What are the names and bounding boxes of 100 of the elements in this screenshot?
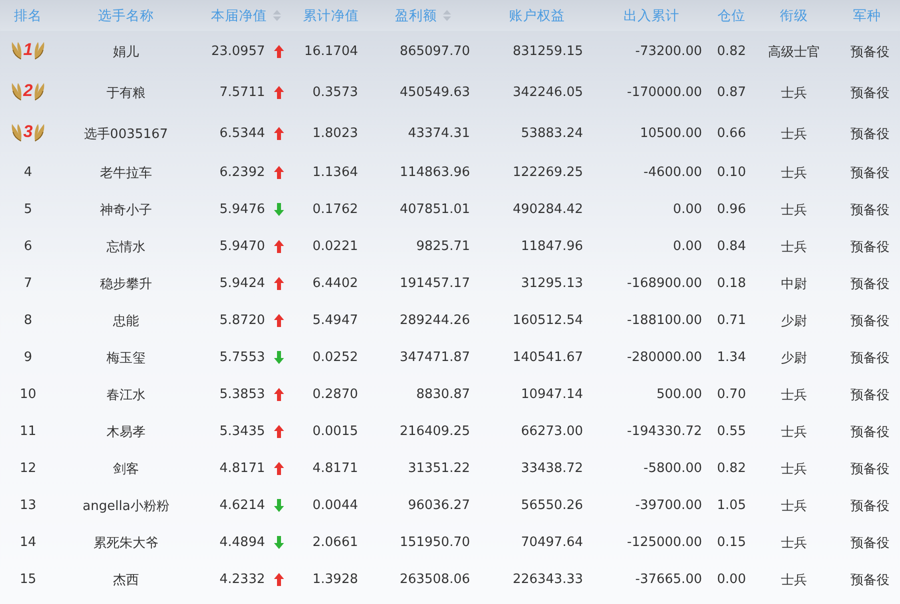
player-name[interactable]: 娟儿	[56, 31, 196, 72]
table-cell-text: 4	[22, 164, 34, 182]
table-cell-text: 预备役	[850, 312, 890, 330]
table-cell-text: 0.00	[672, 238, 703, 256]
net-value: 4.4894	[220, 535, 265, 550]
table-cell-text: 预备役	[850, 126, 890, 144]
net-value: 7.5711	[220, 85, 265, 100]
table-cell-text: 预备役	[850, 386, 890, 404]
net-value: 6.2392	[220, 165, 265, 180]
sort-icon[interactable]	[443, 10, 451, 21]
player-name[interactable]: angella小粉粉	[56, 487, 196, 524]
player-name[interactable]: 剑客	[56, 450, 196, 487]
table-cell-text: 66273.00	[520, 423, 584, 441]
table-cell-text: 预备役	[850, 276, 890, 294]
table-cell-text: 140541.67	[512, 349, 584, 367]
player-name[interactable]: 老牛拉车	[56, 154, 196, 191]
table-cell-text: 1.1364	[312, 164, 359, 182]
player-name[interactable]: 杰西	[56, 561, 196, 598]
table-cell-text: 7	[22, 275, 34, 293]
player-name[interactable]: 春江水	[56, 376, 196, 413]
table-cell-text: 0.55	[716, 423, 747, 441]
table-cell-text: -188100.00	[626, 312, 703, 330]
table-cell-text: 11847.96	[520, 238, 584, 256]
table-cell-text: 13	[18, 497, 38, 515]
table-cell-text: 122269.25	[512, 164, 584, 182]
table-cell-text: 342246.05	[512, 84, 584, 102]
table-cell-text: 56550.26	[520, 497, 584, 515]
table-cell-text: 31295.13	[520, 275, 584, 293]
table-cell-text: 1.3928	[312, 571, 359, 589]
net-value: 5.9476	[220, 202, 265, 217]
net-value: 5.9470	[220, 239, 265, 254]
table-cell-text: 8830.87	[415, 386, 471, 404]
table-cell-text: 0.0044	[312, 497, 359, 515]
table-cell-text: 预备役	[850, 498, 890, 516]
table-cell-text: 8	[22, 312, 34, 330]
table-cell-text: 33438.72	[520, 460, 584, 478]
table-cell-text: 1.05	[716, 497, 747, 515]
table-cell-text: 31351.22	[406, 460, 471, 478]
table-cell-text: 5.4947	[312, 312, 359, 330]
column-header: 累计净值	[303, 6, 359, 24]
table-cell-text: 0.66	[716, 125, 747, 143]
player-name[interactable]: 累死朱大爷	[56, 524, 196, 561]
table-cell-text: 0.96	[716, 201, 747, 219]
player-name[interactable]: 选手0035167	[56, 113, 196, 154]
column-header: 选手名称	[98, 6, 154, 24]
table-cell-text: 1.34	[716, 349, 747, 367]
table-cell-text: 士兵	[780, 164, 808, 182]
table-cell-text: 预备役	[850, 202, 890, 220]
table-cell-text: 0.10	[716, 164, 747, 182]
table-cell-text: 0.0252	[312, 349, 359, 367]
table-cell: 865097.70	[366, 31, 480, 72]
table-cell-text: 43374.31	[406, 125, 471, 143]
table-cell-text: 114863.96	[398, 164, 471, 182]
table-cell: 高级士官	[754, 31, 834, 72]
rank-number: 1	[23, 40, 33, 60]
table-cell-text: 0.2870	[312, 386, 359, 404]
table-cell-text: 士兵	[780, 84, 808, 102]
table-cell-text: 0.15	[716, 534, 747, 552]
table-cell-text: 预备役	[850, 572, 890, 590]
player-name[interactable]: 忘情水	[56, 228, 196, 265]
net-value: 5.9424	[220, 276, 265, 291]
player-name[interactable]: 梅玉玺	[56, 339, 196, 376]
player-name[interactable]: 木易孝	[56, 413, 196, 450]
table-cell-text: 预备役	[850, 460, 890, 478]
table-cell-text: 15	[18, 571, 38, 589]
table-cell-text: 11	[18, 423, 38, 441]
table-cell-text: 0.87	[716, 84, 747, 102]
table-cell-text: 士兵	[780, 534, 808, 552]
table-cell-text: 6.4402	[312, 275, 359, 293]
table-cell-text: 预备役	[850, 350, 890, 368]
net-value: 5.3435	[220, 424, 265, 439]
player-name[interactable]: 于有粮	[56, 72, 196, 113]
rank-number: 3	[23, 122, 33, 142]
table-cell-text: 0.0015	[312, 423, 359, 441]
table-cell-text: -280000.00	[626, 349, 703, 367]
table-cell-text: 151950.70	[398, 534, 471, 552]
player-name[interactable]: 忠能	[56, 302, 196, 339]
table-cell-text: 少尉	[780, 312, 808, 330]
table-cell-text: 216409.25	[398, 423, 471, 441]
table-cell-text: -168900.00	[626, 275, 703, 293]
table-cell-text: 407851.01	[398, 201, 471, 219]
player-name[interactable]: 神奇小子	[56, 191, 196, 228]
laurel-icon	[34, 40, 46, 60]
sort-icon[interactable]	[273, 10, 281, 21]
table-cell-text: 10947.14	[520, 386, 584, 404]
laurel-icon	[10, 40, 22, 60]
table-cell-text: 预备役	[850, 534, 890, 552]
table-cell-text: 4.8171	[312, 460, 359, 478]
player-name[interactable]: 稳步攀升	[56, 265, 196, 302]
table-cell-text: -39700.00	[634, 497, 703, 515]
table-cell-text: -194330.72	[626, 423, 703, 441]
table-cell-text: 263508.06	[398, 571, 471, 589]
table-cell-text: 14	[18, 534, 38, 552]
table-cell-text: -37665.00	[634, 571, 703, 589]
table-cell-text: 0.00	[716, 571, 747, 589]
table-cell-text: 226343.33	[512, 571, 584, 589]
table-cell-text: 10500.00	[638, 125, 703, 143]
table-cell-text: 士兵	[780, 386, 808, 404]
table-cell: 预备役	[834, 31, 900, 72]
table-cell-text: 53883.24	[520, 125, 584, 143]
